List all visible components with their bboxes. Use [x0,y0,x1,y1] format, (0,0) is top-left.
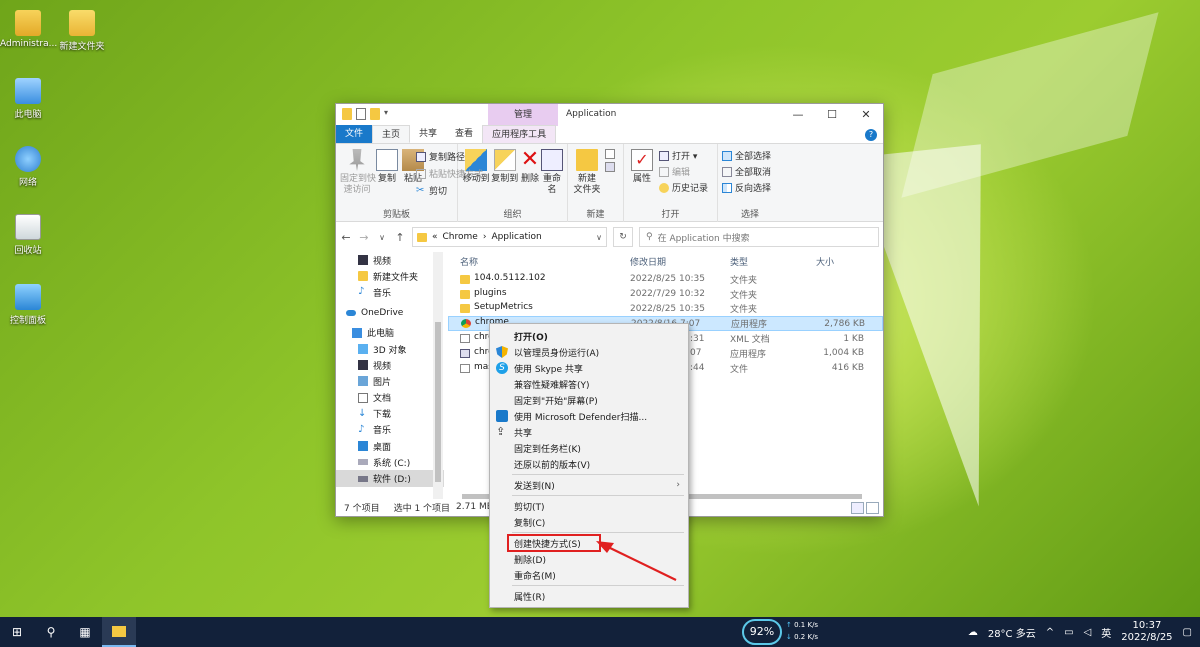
upload-arrow-icon: ↑ [786,621,792,629]
chevron-up-icon[interactable]: ^ [1046,627,1054,638]
annotation-arrow [596,541,677,581]
volume-icon[interactable]: ◁ [1084,627,1092,638]
notification-icon[interactable]: ▢ [1183,627,1192,638]
annotation-arrow-line [605,545,677,581]
file-explorer-taskbar-icon[interactable] [102,617,136,647]
search-icon[interactable]: ⚲ [34,617,68,647]
download-arrow-icon: ↓ [786,633,792,641]
folder-icon [112,625,126,637]
clock[interactable]: 10:37 2022/8/25 [1121,620,1172,644]
network-speed: ↑ 0.1 K/s ↓ 0.2 K/s [786,621,819,641]
cpu-gauge[interactable]: 92% [742,619,782,645]
start-windows-icon[interactable]: ⊞ [0,617,34,647]
weather-text[interactable]: 28°C 多云 [988,625,1036,640]
network-icon[interactable]: ▭ [1064,627,1073,638]
annotation-arrow-head [596,541,614,553]
taskbar: ⊞ ⚲ ▦ 92% ↑ 0.1 K/s ↓ 0.2 K/s ☁ 28°C 多云 … [0,617,1200,647]
weather-cloud-icon: ☁ [967,626,978,638]
input-method[interactable]: 英 [1101,625,1111,640]
system-tray: ☁ 28°C 多云 ^ ▭ ◁ 英 10:37 2022/8/25 ▢ [968,617,1200,647]
task-view-icon[interactable]: ▦ [68,617,102,647]
